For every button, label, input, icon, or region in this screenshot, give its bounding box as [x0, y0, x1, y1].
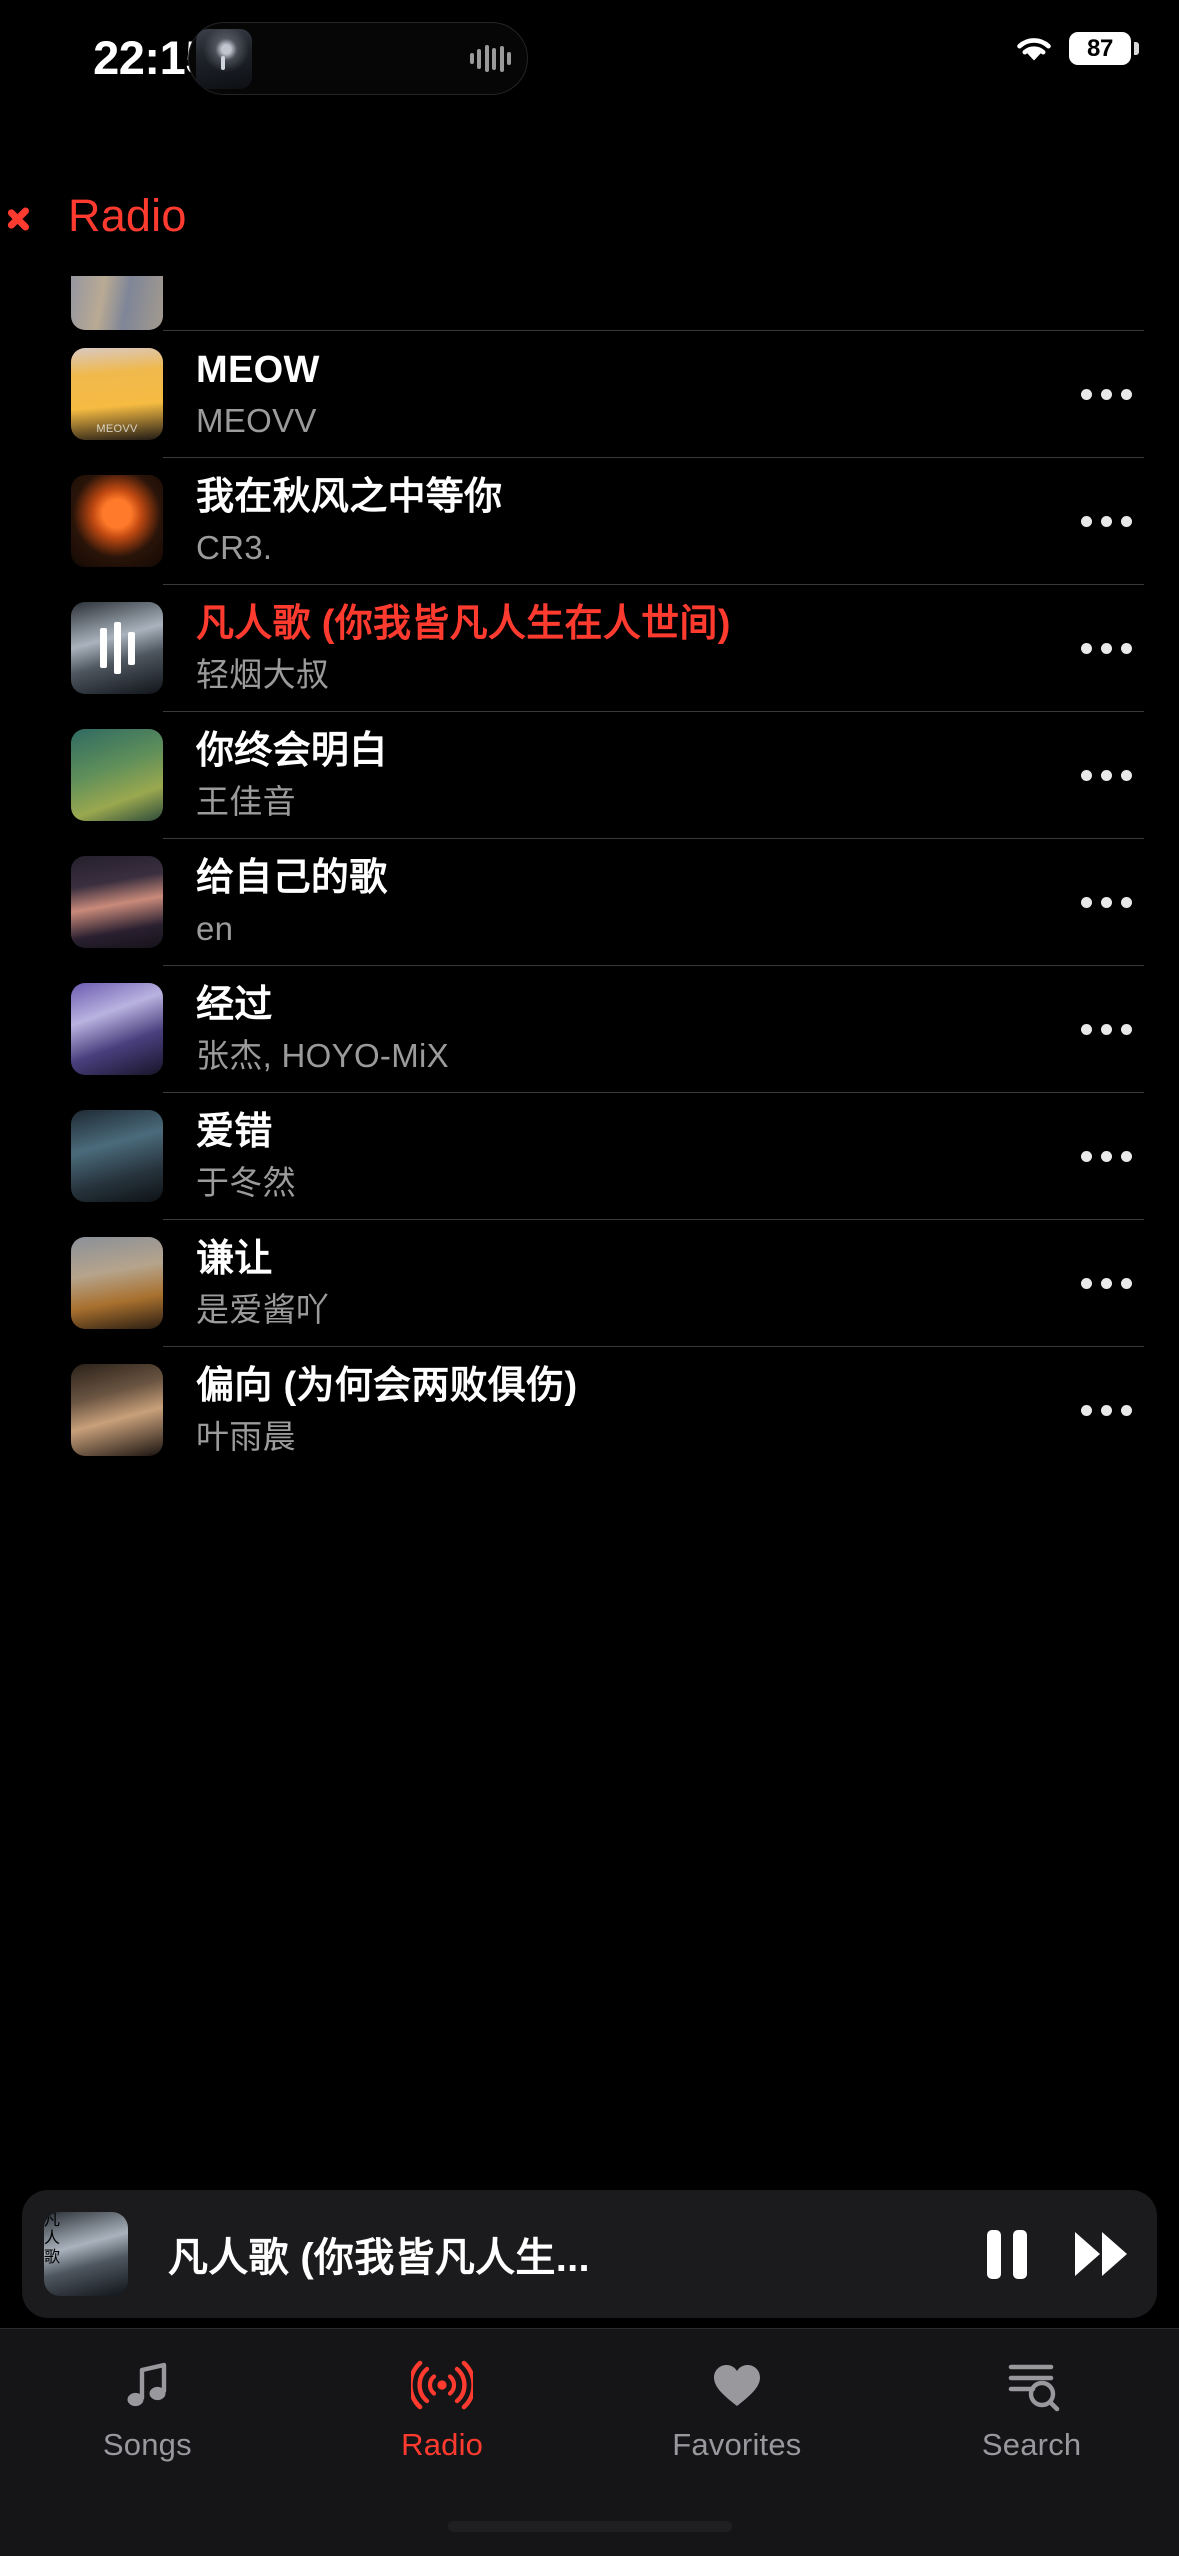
- song-title: 我在秋风之中等你: [196, 476, 503, 519]
- song-artist: MEOVV: [196, 401, 317, 439]
- song-row[interactable]: MEOVV MEOW MEOVV: [0, 331, 1179, 457]
- battery-level-label: 87: [1087, 34, 1113, 62]
- ellipsis-icon[interactable]: [1051, 1277, 1161, 1289]
- ellipsis-icon[interactable]: [1051, 1404, 1161, 1416]
- song-album-art: [71, 983, 163, 1075]
- song-meta: 给自己的歌 en: [196, 856, 1051, 948]
- song-row[interactable]: 经过张杰, HOYO-MiX: [0, 966, 1179, 1092]
- app-screen: 22:15 87 Radio MEOVV MEOW MEOVV 我在秋风之中等你…: [0, 0, 1179, 2556]
- ellipsis-icon[interactable]: [1051, 769, 1161, 781]
- song-meta: 你终会明白 王佳音: [196, 729, 1051, 821]
- song-album-art: [71, 1364, 163, 1456]
- chevron-left-icon: [22, 192, 52, 240]
- song-album-art: [71, 276, 163, 330]
- song-title: 经过: [196, 984, 273, 1027]
- song-meta: 凡人歌 (你我皆凡人生在人世间) 轻烟大叔: [196, 602, 1051, 694]
- ellipsis-icon[interactable]: [1051, 642, 1161, 654]
- song-album-art: [71, 729, 163, 821]
- navigation-bar: Radio: [0, 180, 1179, 272]
- tab-bar: Songs Radio Favorites Search: [0, 2328, 1179, 2556]
- pause-icon[interactable]: [987, 2229, 1027, 2279]
- song-meta: 偏向 (为何会两败俱伤) 叶雨晨: [196, 1364, 1051, 1456]
- song-artist: 轻烟大叔: [196, 655, 330, 693]
- tab-label: Songs: [102, 2427, 192, 2462]
- song-artist: 于冬然: [196, 1163, 296, 1201]
- song-title: 给自己的歌: [196, 857, 388, 900]
- song-meta: 爱错 于冬然: [196, 1110, 1051, 1202]
- list-search-icon: [1004, 2355, 1060, 2415]
- ellipsis-icon[interactable]: [1051, 896, 1161, 908]
- tab-label: Radio: [401, 2427, 484, 2462]
- mini-player-title: 凡人歌 (你我皆凡人生...: [168, 2236, 590, 2280]
- song-title: MEOW: [196, 349, 320, 392]
- song-album-art: [71, 1110, 163, 1202]
- dynamic-island[interactable]: [188, 22, 528, 95]
- song-album-art: [71, 1237, 163, 1329]
- song-artist: en: [196, 909, 234, 947]
- song-row[interactable]: 爱错 于冬然: [0, 1093, 1179, 1219]
- mini-player[interactable]: 凡人歌 凡人歌 (你我皆凡人生...: [22, 2190, 1157, 2318]
- song-row[interactable]: 给自己的歌 en: [0, 839, 1179, 965]
- song-meta: 经过张杰, HOYO-MiX: [196, 983, 1051, 1075]
- dynamic-island-album-art: [196, 28, 252, 89]
- song-meta: 我在秋风之中等你 CR3.: [196, 475, 1051, 567]
- ellipsis-icon[interactable]: [1051, 1150, 1161, 1162]
- ellipsis-icon[interactable]: [1051, 1023, 1161, 1035]
- song-row[interactable]: 谦让 是爱酱吖: [0, 1220, 1179, 1346]
- song-artist: 张杰, HOYO-MiX: [196, 1036, 449, 1074]
- tab-favorites[interactable]: Favorites: [590, 2355, 885, 2463]
- song-album-art: [71, 602, 163, 694]
- song-row[interactable]: 偏向 (为何会两败俱伤) 叶雨晨: [0, 1347, 1179, 1473]
- song-meta: MEOW MEOVV: [196, 348, 1051, 440]
- mini-player-controls: [987, 2229, 1127, 2279]
- album-art-caption: MEOVV: [96, 423, 138, 435]
- song-row[interactable]: 我在秋风之中等你 CR3.: [0, 458, 1179, 584]
- battery-indicator: 87: [1069, 32, 1139, 65]
- ellipsis-icon[interactable]: [1051, 515, 1161, 527]
- song-album-art: MEOVV: [71, 348, 163, 440]
- broadcast-icon: [411, 2355, 474, 2415]
- tab-search[interactable]: Search: [884, 2355, 1179, 2463]
- status-bar: 22:15 87: [0, 0, 1179, 108]
- audio-waveform-icon: [469, 44, 511, 74]
- ellipsis-icon[interactable]: [1051, 388, 1161, 400]
- tab-label: Favorites: [672, 2427, 802, 2462]
- tab-songs[interactable]: Songs: [0, 2355, 295, 2463]
- back-button[interactable]: Radio: [22, 180, 187, 252]
- song-album-art: [71, 856, 163, 948]
- status-bar-indicators: 87: [1013, 32, 1139, 65]
- song-artist: 王佳音: [196, 782, 296, 820]
- song-list[interactable]: MEOVV MEOW MEOVV 我在秋风之中等你 CR3. 凡人歌 (你我皆凡人生在人世…: [0, 276, 1179, 2166]
- fast-forward-icon[interactable]: [1075, 2232, 1127, 2276]
- song-artist: 是爱酱吖: [196, 1290, 330, 1328]
- heart-icon: [710, 2355, 764, 2415]
- tab-radio[interactable]: Radio: [295, 2355, 590, 2463]
- song-row[interactable]: 凡人歌 (你我皆凡人生在人世间) 轻烟大叔: [0, 585, 1179, 711]
- now-playing-bars-icon: [71, 602, 163, 694]
- song-title: 你终会明白: [196, 730, 388, 773]
- song-artist: 叶雨晨: [196, 1417, 296, 1455]
- song-title: 爱错: [196, 1111, 273, 1154]
- song-meta: 谦让 是爱酱吖: [196, 1237, 1051, 1329]
- song-row[interactable]: 你终会明白 王佳音: [0, 712, 1179, 838]
- song-title: 偏向 (为何会两败俱伤): [196, 1365, 578, 1408]
- music-note-icon: [122, 2355, 172, 2415]
- mini-player-album-art: 凡人歌: [44, 2212, 128, 2296]
- page-title: Radio: [68, 190, 187, 241]
- battery-cap: [1134, 42, 1139, 55]
- song-album-art: [71, 475, 163, 567]
- song-title: 凡人歌 (你我皆凡人生在人世间): [196, 603, 731, 646]
- tab-label: Search: [981, 2427, 1082, 2462]
- song-artist: CR3.: [196, 528, 273, 566]
- song-row[interactable]: [0, 276, 1179, 330]
- wifi-icon: [1013, 33, 1055, 65]
- song-title: 谦让: [196, 1238, 273, 1281]
